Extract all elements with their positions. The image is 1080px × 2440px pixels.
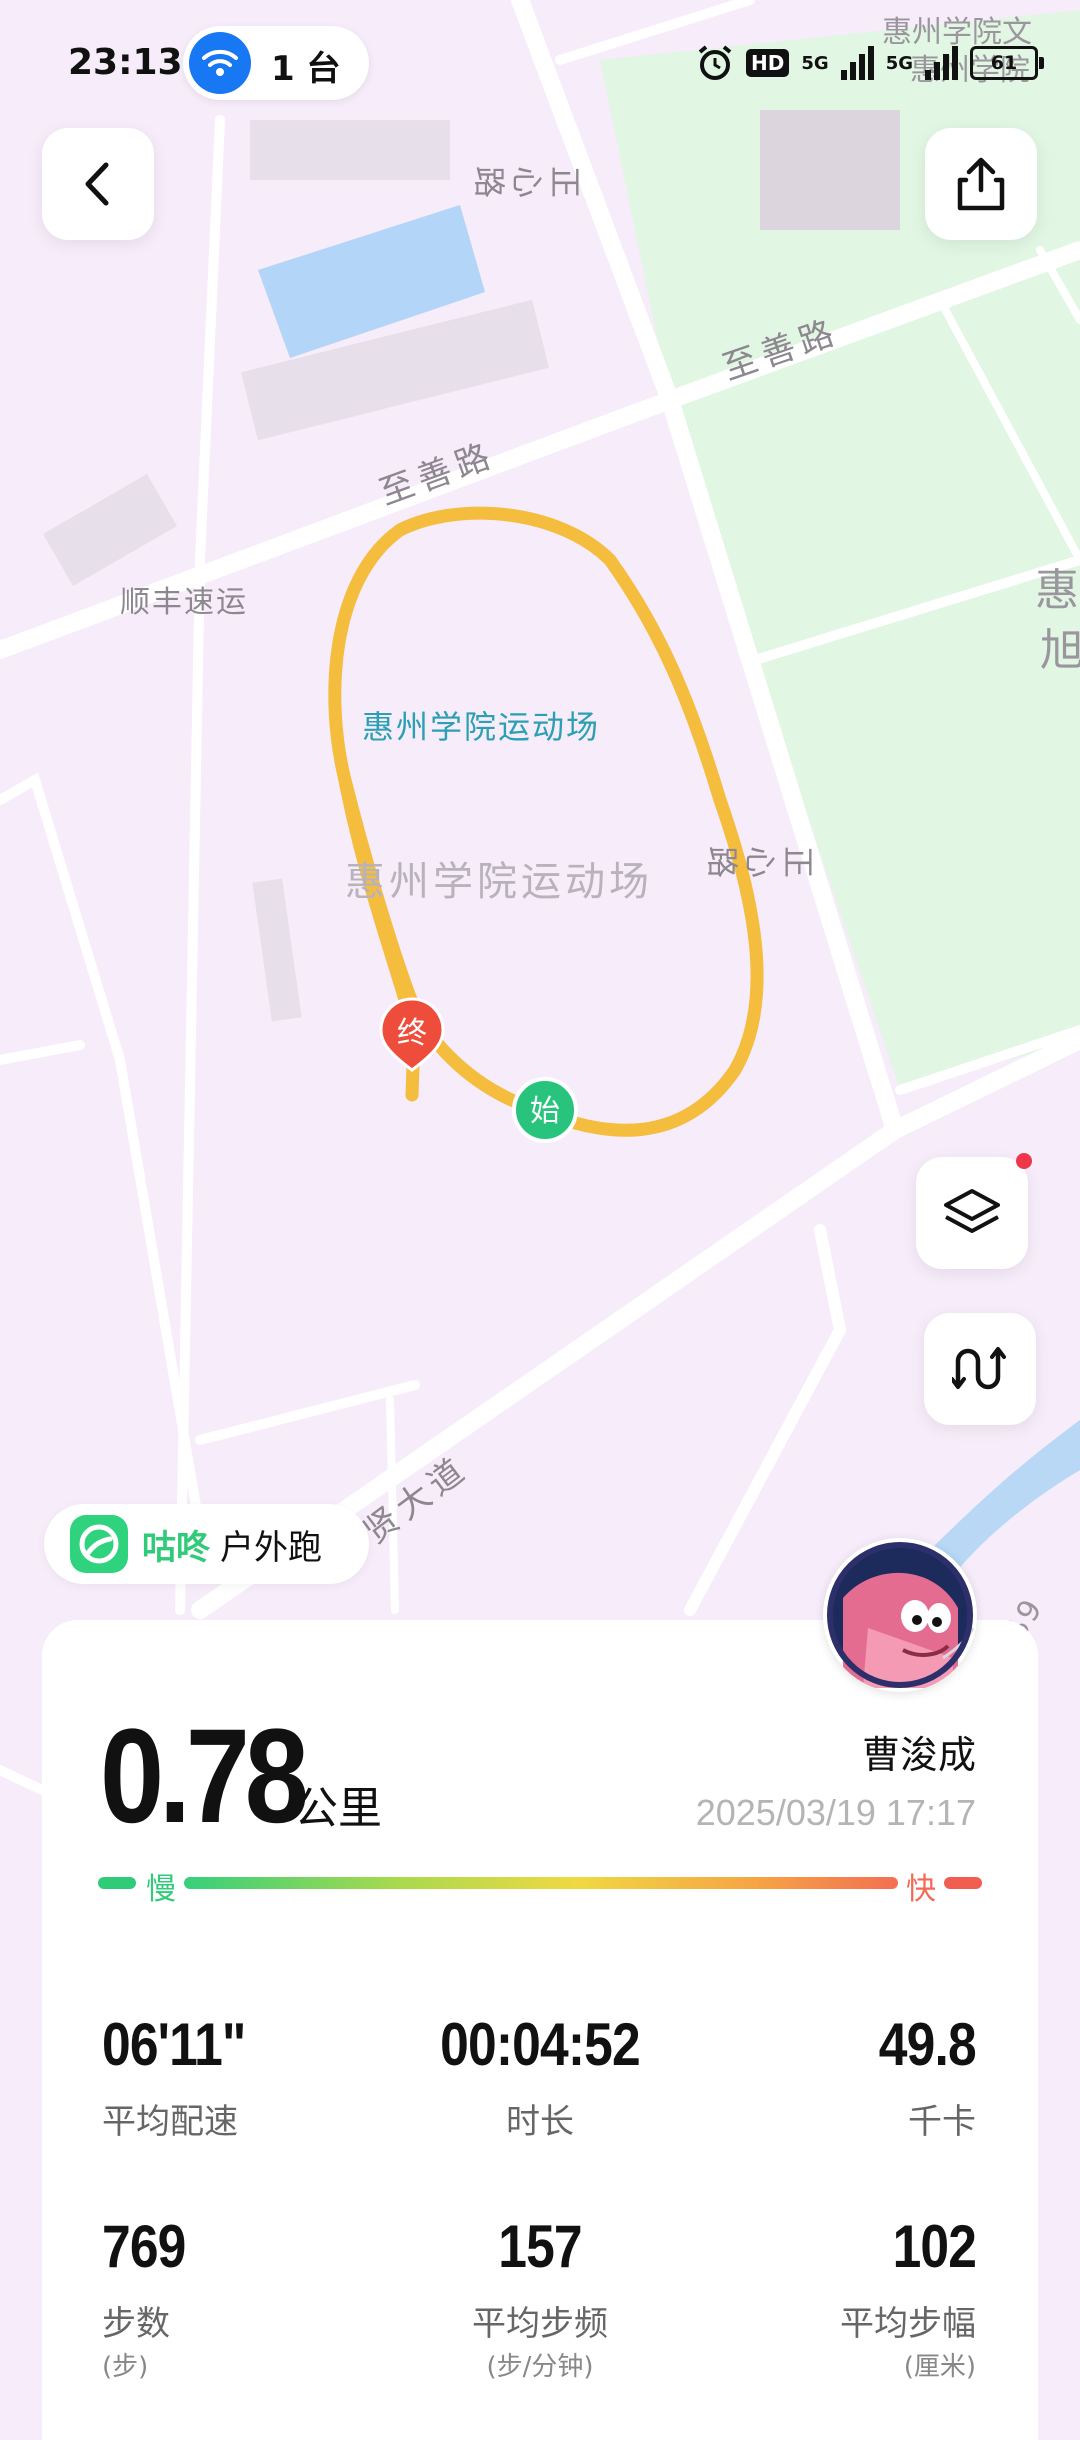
steps-label: 步数 [102, 2304, 170, 2344]
calories-label: 千卡 [908, 2102, 976, 2142]
slow-indicator [98, 1877, 136, 1889]
cadence-value: 157 [498, 2213, 582, 2280]
user-name: 曹浚成 [861, 1733, 976, 1777]
hotspot-icon [189, 32, 251, 94]
start-marker[interactable]: 始 [512, 1077, 578, 1143]
pace-fast-label: 快 [906, 1872, 936, 1907]
map-label-stadium-name: 惠州学院运动场 [362, 708, 600, 746]
route-replay-button[interactable] [924, 1313, 1036, 1425]
hotspot-count: 1 台 [271, 49, 341, 89]
back-button[interactable] [42, 128, 154, 240]
cadence-unit: (步/分钟) [486, 2352, 594, 2382]
battery-icon: 61 [970, 46, 1044, 80]
app-brand-pill: 咕咚 户外跑 [44, 1504, 369, 1584]
activity-type: 户外跑 [220, 1527, 322, 1568]
chevron-left-icon [85, 162, 109, 206]
end-marker-label: 终 [397, 1016, 427, 1051]
map-label-corner: 旭 [1040, 625, 1080, 676]
map-label-road: 正心路 [701, 841, 815, 879]
signal-icon-2 [925, 46, 958, 80]
hd-badge: HD [746, 49, 790, 77]
map-label-road: 正心路 [468, 161, 582, 199]
avatar[interactable] [823, 1538, 977, 1692]
status-time: 23:13 [68, 42, 183, 83]
avatar-image [827, 1542, 975, 1688]
steps-unit: (步) [102, 2352, 149, 2382]
stride-value: 102 [892, 2213, 976, 2280]
pace-slow-label: 慢 [146, 1872, 176, 1907]
map-label-stadium: 惠州学院运动场 [345, 859, 653, 905]
pace-gradient-bar [184, 1877, 898, 1889]
duration-label: 时长 [506, 2102, 574, 2142]
hotspot-pill[interactable]: 1 台 [183, 26, 369, 100]
notification-dot [1016, 1153, 1032, 1169]
workout-datetime: 2025/03/19 17:17 [695, 1792, 976, 1833]
stride-label: 平均步幅 [840, 2304, 976, 2344]
distance-value: 0.78 [100, 1702, 309, 1851]
codoon-logo-icon [70, 1515, 128, 1573]
map-layers-button[interactable] [916, 1153, 1032, 1269]
distance-unit: 公里 [294, 1783, 382, 1834]
avg-pace-value: 06'11" [102, 2011, 246, 2078]
layers-icon [944, 1189, 1000, 1233]
avg-pace-label: 平均配速 [102, 2102, 238, 2142]
share-button[interactable] [925, 128, 1037, 240]
map-label-poi: 顺丰速运 [120, 585, 248, 620]
signal-icon [840, 46, 874, 80]
alarm-icon [698, 45, 732, 80]
start-marker-label: 始 [530, 1094, 560, 1129]
network-label-2: 5G [885, 52, 913, 74]
calories-value: 49.8 [879, 2011, 977, 2078]
steps-value: 769 [102, 2213, 186, 2280]
status-icons: HD 5G 5G 61 [696, 38, 1044, 88]
duration-value: 00:04:52 [440, 2011, 641, 2078]
fast-indicator [944, 1877, 982, 1889]
share-icon [957, 157, 1005, 211]
route-curve-icon [952, 1347, 1006, 1390]
status-bar: 23:13 1 台 HD 5G 5G 61 [0, 0, 1080, 130]
app-name: 咕咚 [142, 1527, 210, 1568]
network-label: 5G [801, 52, 829, 74]
stride-unit: (厘米) [903, 2352, 976, 2382]
cadence-label: 平均步频 [472, 2304, 608, 2344]
pace-legend: 慢 快 [98, 1864, 982, 1907]
map-label-corner: 惠 [1035, 565, 1079, 616]
